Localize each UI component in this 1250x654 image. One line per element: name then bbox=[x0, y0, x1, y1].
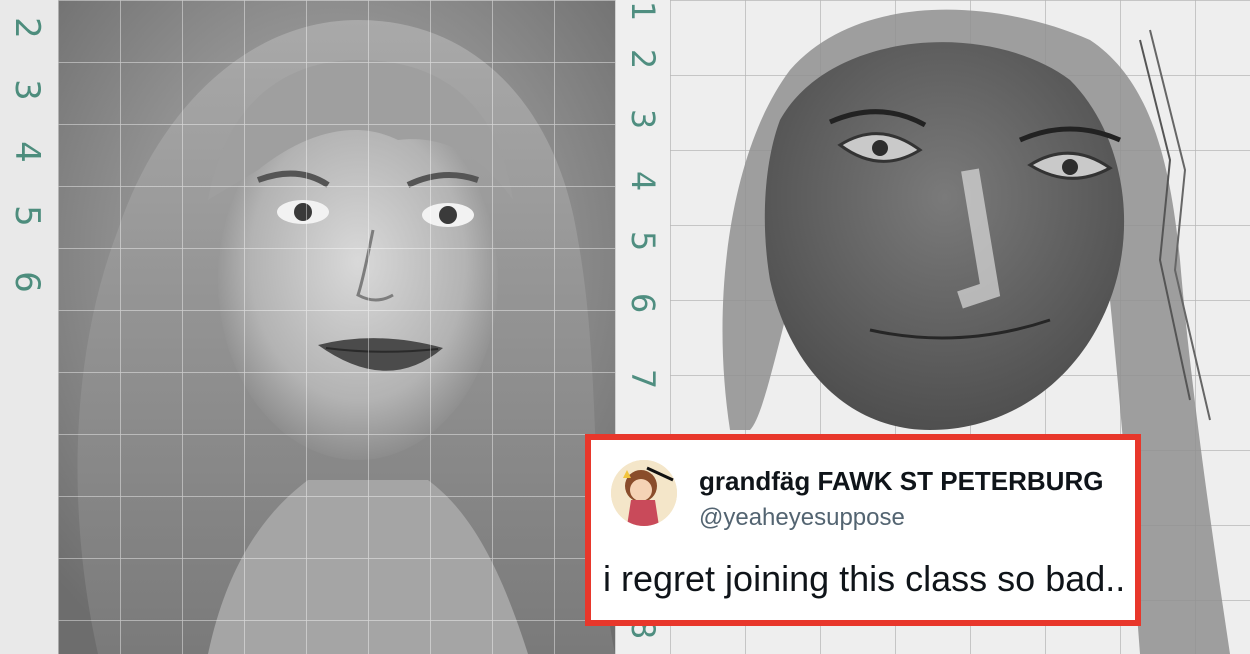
anime-character-avatar-icon[interactable] bbox=[611, 460, 677, 526]
ruler-number: 3 bbox=[624, 108, 662, 130]
reference-photo-panel: 2 3 4 5 6 bbox=[0, 0, 615, 654]
tweet-handle[interactable]: @yeaheyesuppose bbox=[699, 504, 905, 532]
ruler-number: 5 bbox=[624, 230, 662, 252]
ruler-number: 6 bbox=[7, 271, 47, 293]
meme-image: 2 3 4 5 6 1 2 3 4 5 6 7 8 grandfäg FAWK … bbox=[0, 0, 1250, 654]
ruler-number: 2 bbox=[624, 48, 662, 70]
ruler-number: 4 bbox=[7, 141, 47, 163]
tweet-display-name[interactable]: grandfäg FAWK ST PETERBURG bbox=[699, 466, 1103, 497]
ruler-number: 2 bbox=[7, 17, 47, 39]
tweet-card: grandfäg FAWK ST PETERBURG @yeaheyesuppo… bbox=[585, 434, 1141, 626]
ruler-number: 3 bbox=[7, 79, 47, 101]
ruler-number: 6 bbox=[624, 292, 662, 314]
portrait-photo bbox=[58, 0, 615, 654]
ruler-number: 7 bbox=[624, 368, 662, 390]
ruler-number: 1 bbox=[624, 0, 662, 22]
ruler-number: 5 bbox=[7, 205, 47, 227]
left-grid-ruler: 2 3 4 5 6 bbox=[0, 0, 59, 654]
ruler-number: 4 bbox=[624, 170, 662, 192]
tweet-text: i regret joining this class so bad.. bbox=[603, 558, 1126, 599]
